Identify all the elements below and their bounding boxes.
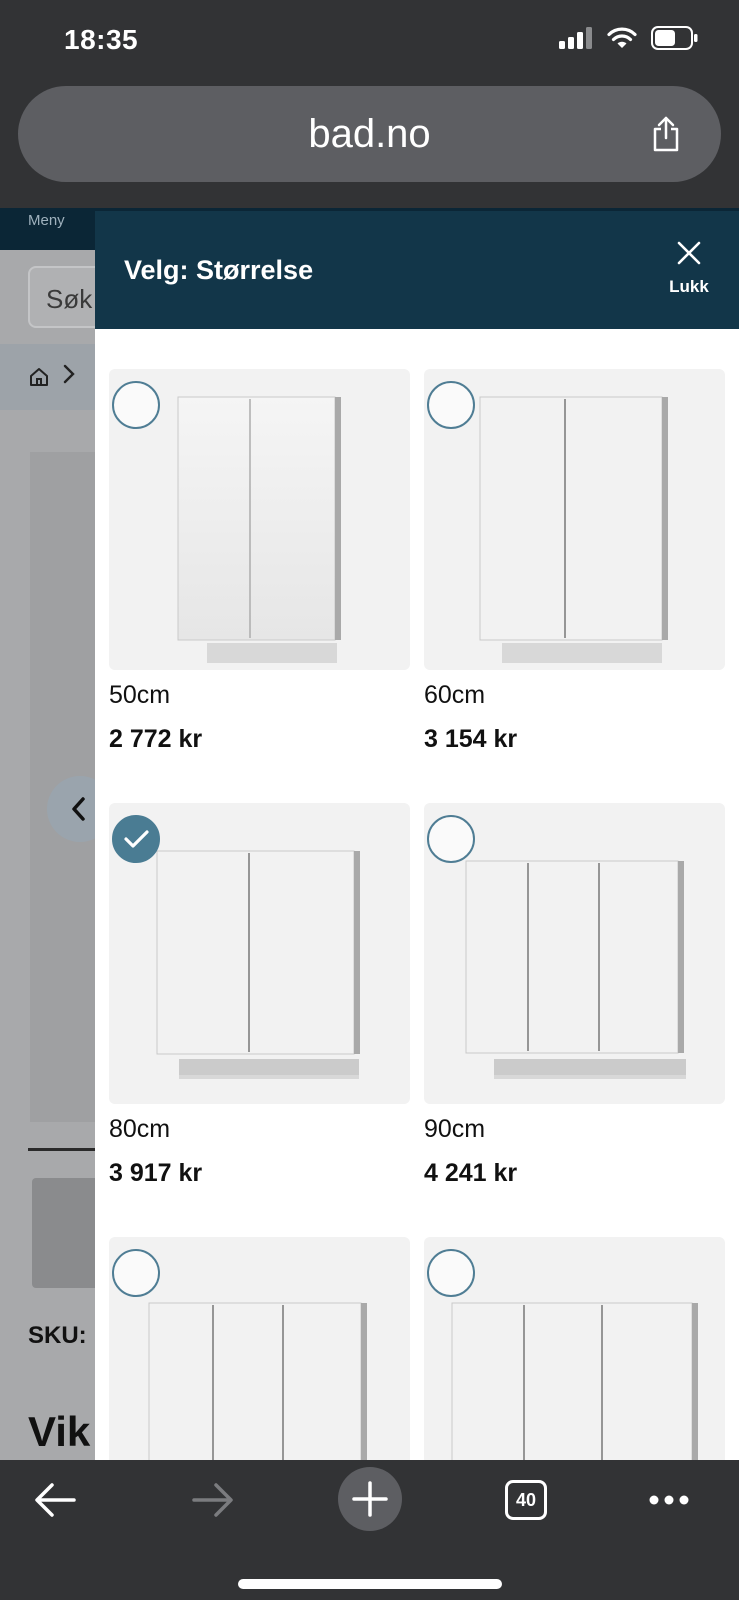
new-tab-button[interactable] [338,1467,402,1531]
close-button[interactable]: Lukk [639,211,739,329]
forward-button[interactable] [168,1460,258,1540]
forward-arrow-icon [192,1483,233,1517]
site-search-placeholder: Søk [46,284,93,314]
size-option-tile[interactable]: 90cm 4 241 kr [424,803,725,1223]
home-indicator [238,1579,502,1589]
size-label: 80cm [109,1115,171,1143]
browser-toolbar: 40 [0,1460,739,1600]
close-label: Lukk [669,277,709,296]
size-label: 90cm [424,1115,486,1143]
product-title: Vik [28,1408,91,1455]
size-option-tile[interactable] [109,1237,410,1460]
battery-icon [651,26,698,50]
size-option-tile[interactable] [424,1237,725,1460]
sku-label: SKU: [28,1322,87,1349]
size-option-tile[interactable]: 50cm 2 772 kr [109,369,410,789]
signal-icon [559,27,592,49]
price-label: 3 154 kr [424,725,518,753]
price-label: 3 917 kr [109,1159,203,1187]
back-arrow-icon [35,1483,76,1517]
status-bar: 18:35 [0,0,739,82]
size-options-grid: 50cm 2 772 kr 60cm 3 154 kr 80cm 3 917 k… [95,329,739,1460]
price-label: 4 241 kr [424,1159,518,1187]
back-button[interactable] [12,1460,102,1540]
tabs-icon[interactable]: 40 [505,1480,547,1520]
size-option-tile[interactable]: 80cm 3 917 kr [109,803,410,1223]
more-button[interactable] [624,1460,714,1540]
modal-header: Velg: Størrelse Lukk [95,211,739,329]
url-text: bad.no [308,112,431,156]
plus-icon [352,1481,388,1517]
radio-unselected[interactable] [427,815,475,863]
radio-selected[interactable] [112,815,160,863]
menu-label[interactable]: Meny [28,212,65,229]
size-selector-modal: Velg: Størrelse Lukk 50cm 2 772 kr 60cm … [95,211,739,1460]
address-bar[interactable]: bad.no [18,86,721,182]
more-icon [649,1495,689,1505]
breadcrumb-separator-icon [63,364,75,384]
radio-unselected[interactable] [427,381,475,429]
wifi-icon [607,27,637,48]
share-icon[interactable] [651,116,681,152]
home-icon[interactable] [28,366,50,388]
size-label: 50cm [109,681,171,709]
chevron-left-icon [72,797,85,821]
check-icon [124,830,149,848]
status-icons [559,26,699,50]
radio-unselected[interactable] [112,381,160,429]
radio-unselected[interactable] [112,1249,160,1297]
close-icon [677,241,701,265]
modal-title: Velg: Størrelse [124,255,314,285]
size-label: 60cm [424,681,486,709]
radio-unselected[interactable] [427,1249,475,1297]
status-time: 18:35 [64,24,139,55]
price-label: 2 772 kr [109,725,203,753]
size-option-tile[interactable]: 60cm 3 154 kr [424,369,725,789]
